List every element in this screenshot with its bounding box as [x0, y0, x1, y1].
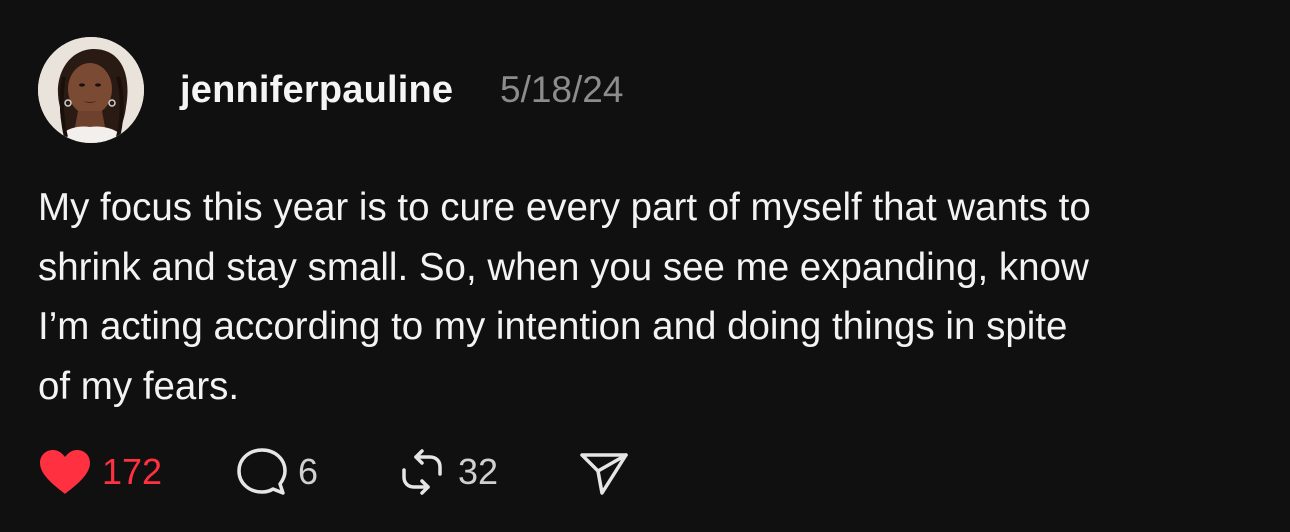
share-button[interactable] [578, 442, 630, 502]
repost-count: 32 [458, 451, 499, 492]
post-text-line: of my fears. [38, 364, 240, 408]
avatar[interactable] [38, 37, 144, 143]
reply-button[interactable]: 6 [236, 442, 318, 502]
avatar-image [38, 37, 144, 143]
thread-post: jenniferpauline 5/18/24 My focus this ye… [0, 0, 1290, 532]
post-body: My focus this year is to cure every part… [38, 178, 1268, 416]
heart-icon [38, 449, 92, 495]
like-button[interactable]: 172 [38, 442, 162, 502]
post-timestamp: 5/18/24 [500, 69, 624, 110]
reply-count: 6 [298, 451, 319, 492]
repost-button[interactable]: 32 [396, 442, 498, 502]
comment-bubble-icon [236, 446, 288, 498]
post-username[interactable]: jenniferpauline [180, 67, 453, 113]
post-text-line: My focus this year is to cure every part… [38, 186, 1091, 229]
post-text-line: I’m acting according to my intention and… [38, 305, 1068, 348]
like-count: 172 [102, 451, 163, 492]
post-text-line: shrink and stay small. So, when you see … [38, 245, 1089, 289]
repost-arrows-icon [396, 446, 448, 498]
paper-plane-icon [578, 446, 630, 498]
post-actions: 172 6 32 [38, 442, 738, 502]
